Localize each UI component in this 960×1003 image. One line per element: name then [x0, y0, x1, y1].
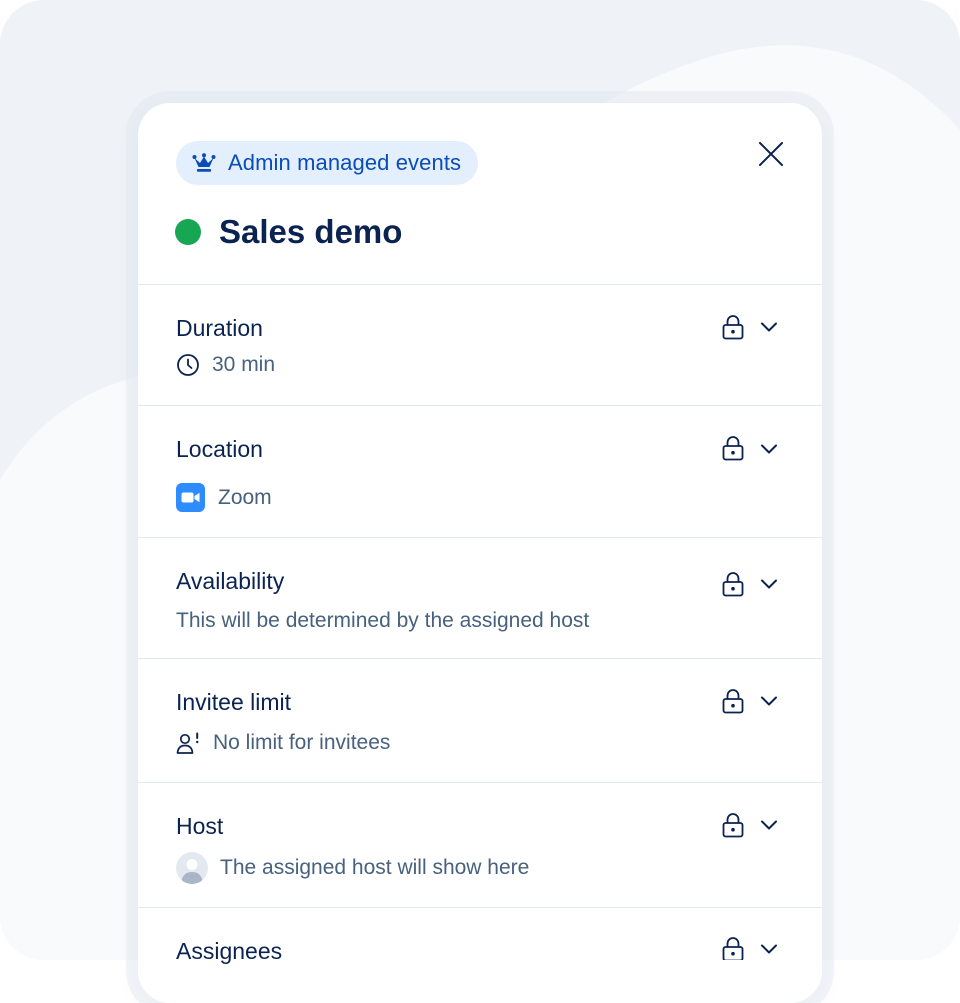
assignees-label: Assignees — [176, 938, 283, 964]
invitee-limit-value: No limit for invitees — [176, 731, 390, 755]
chevron-down-icon[interactable] — [760, 819, 778, 831]
availability-section[interactable]: Availability This will be determined by … — [138, 538, 822, 659]
crown-icon — [192, 153, 216, 173]
zoom-icon — [176, 483, 205, 512]
duration-section[interactable]: Duration 30 min — [138, 285, 822, 406]
event-title: Sales demo — [219, 213, 403, 250]
location-value: Zoom — [176, 483, 272, 512]
close-icon — [759, 142, 783, 166]
admin-managed-badge: Admin managed events — [176, 141, 479, 185]
invitee-limit-text: No limit for invitees — [213, 731, 391, 754]
chevron-down-icon[interactable] — [760, 695, 778, 707]
invitee-limit-label: Invitee limit — [176, 689, 292, 715]
duration-text: 30 min — [212, 353, 276, 376]
clock-icon — [176, 353, 200, 377]
event-color-dot — [175, 219, 201, 245]
chevron-down-icon[interactable] — [760, 321, 778, 333]
duration-label: Duration — [176, 315, 263, 341]
availability-value: This will be determined by the assigned … — [176, 609, 589, 633]
badge-label: Admin managed events — [228, 150, 462, 175]
location-label: Location — [176, 436, 263, 462]
location-text: Zoom — [218, 485, 272, 509]
panel-header: Admin managed events Sales demo — [138, 103, 822, 285]
chevron-down-icon[interactable] — [760, 578, 778, 590]
host-text: The assigned host will show here — [220, 856, 530, 879]
invitee-limit-section[interactable]: Invitee limit No limit for invitees — [138, 659, 822, 783]
location-section[interactable]: Location Zoom — [138, 406, 822, 538]
chevron-down-icon[interactable] — [760, 943, 778, 955]
availability-label: Availability — [176, 568, 285, 594]
event-title-row: Sales demo — [175, 213, 402, 251]
host-value: The assigned host will show here — [176, 852, 529, 884]
event-details-panel: Admin managed events Sales demo Duration… — [138, 103, 822, 1003]
person-icon — [176, 731, 201, 755]
avatar-placeholder — [176, 852, 208, 884]
availability-text: This will be determined by the assigned … — [176, 609, 590, 632]
assignees-section[interactable]: Assignees — [138, 908, 822, 1003]
close-button[interactable] — [754, 137, 788, 171]
host-label: Host — [176, 813, 224, 839]
host-section[interactable]: Host The assigned host will show here — [138, 783, 822, 908]
duration-value: 30 min — [176, 353, 275, 377]
chevron-down-icon[interactable] — [760, 443, 778, 455]
